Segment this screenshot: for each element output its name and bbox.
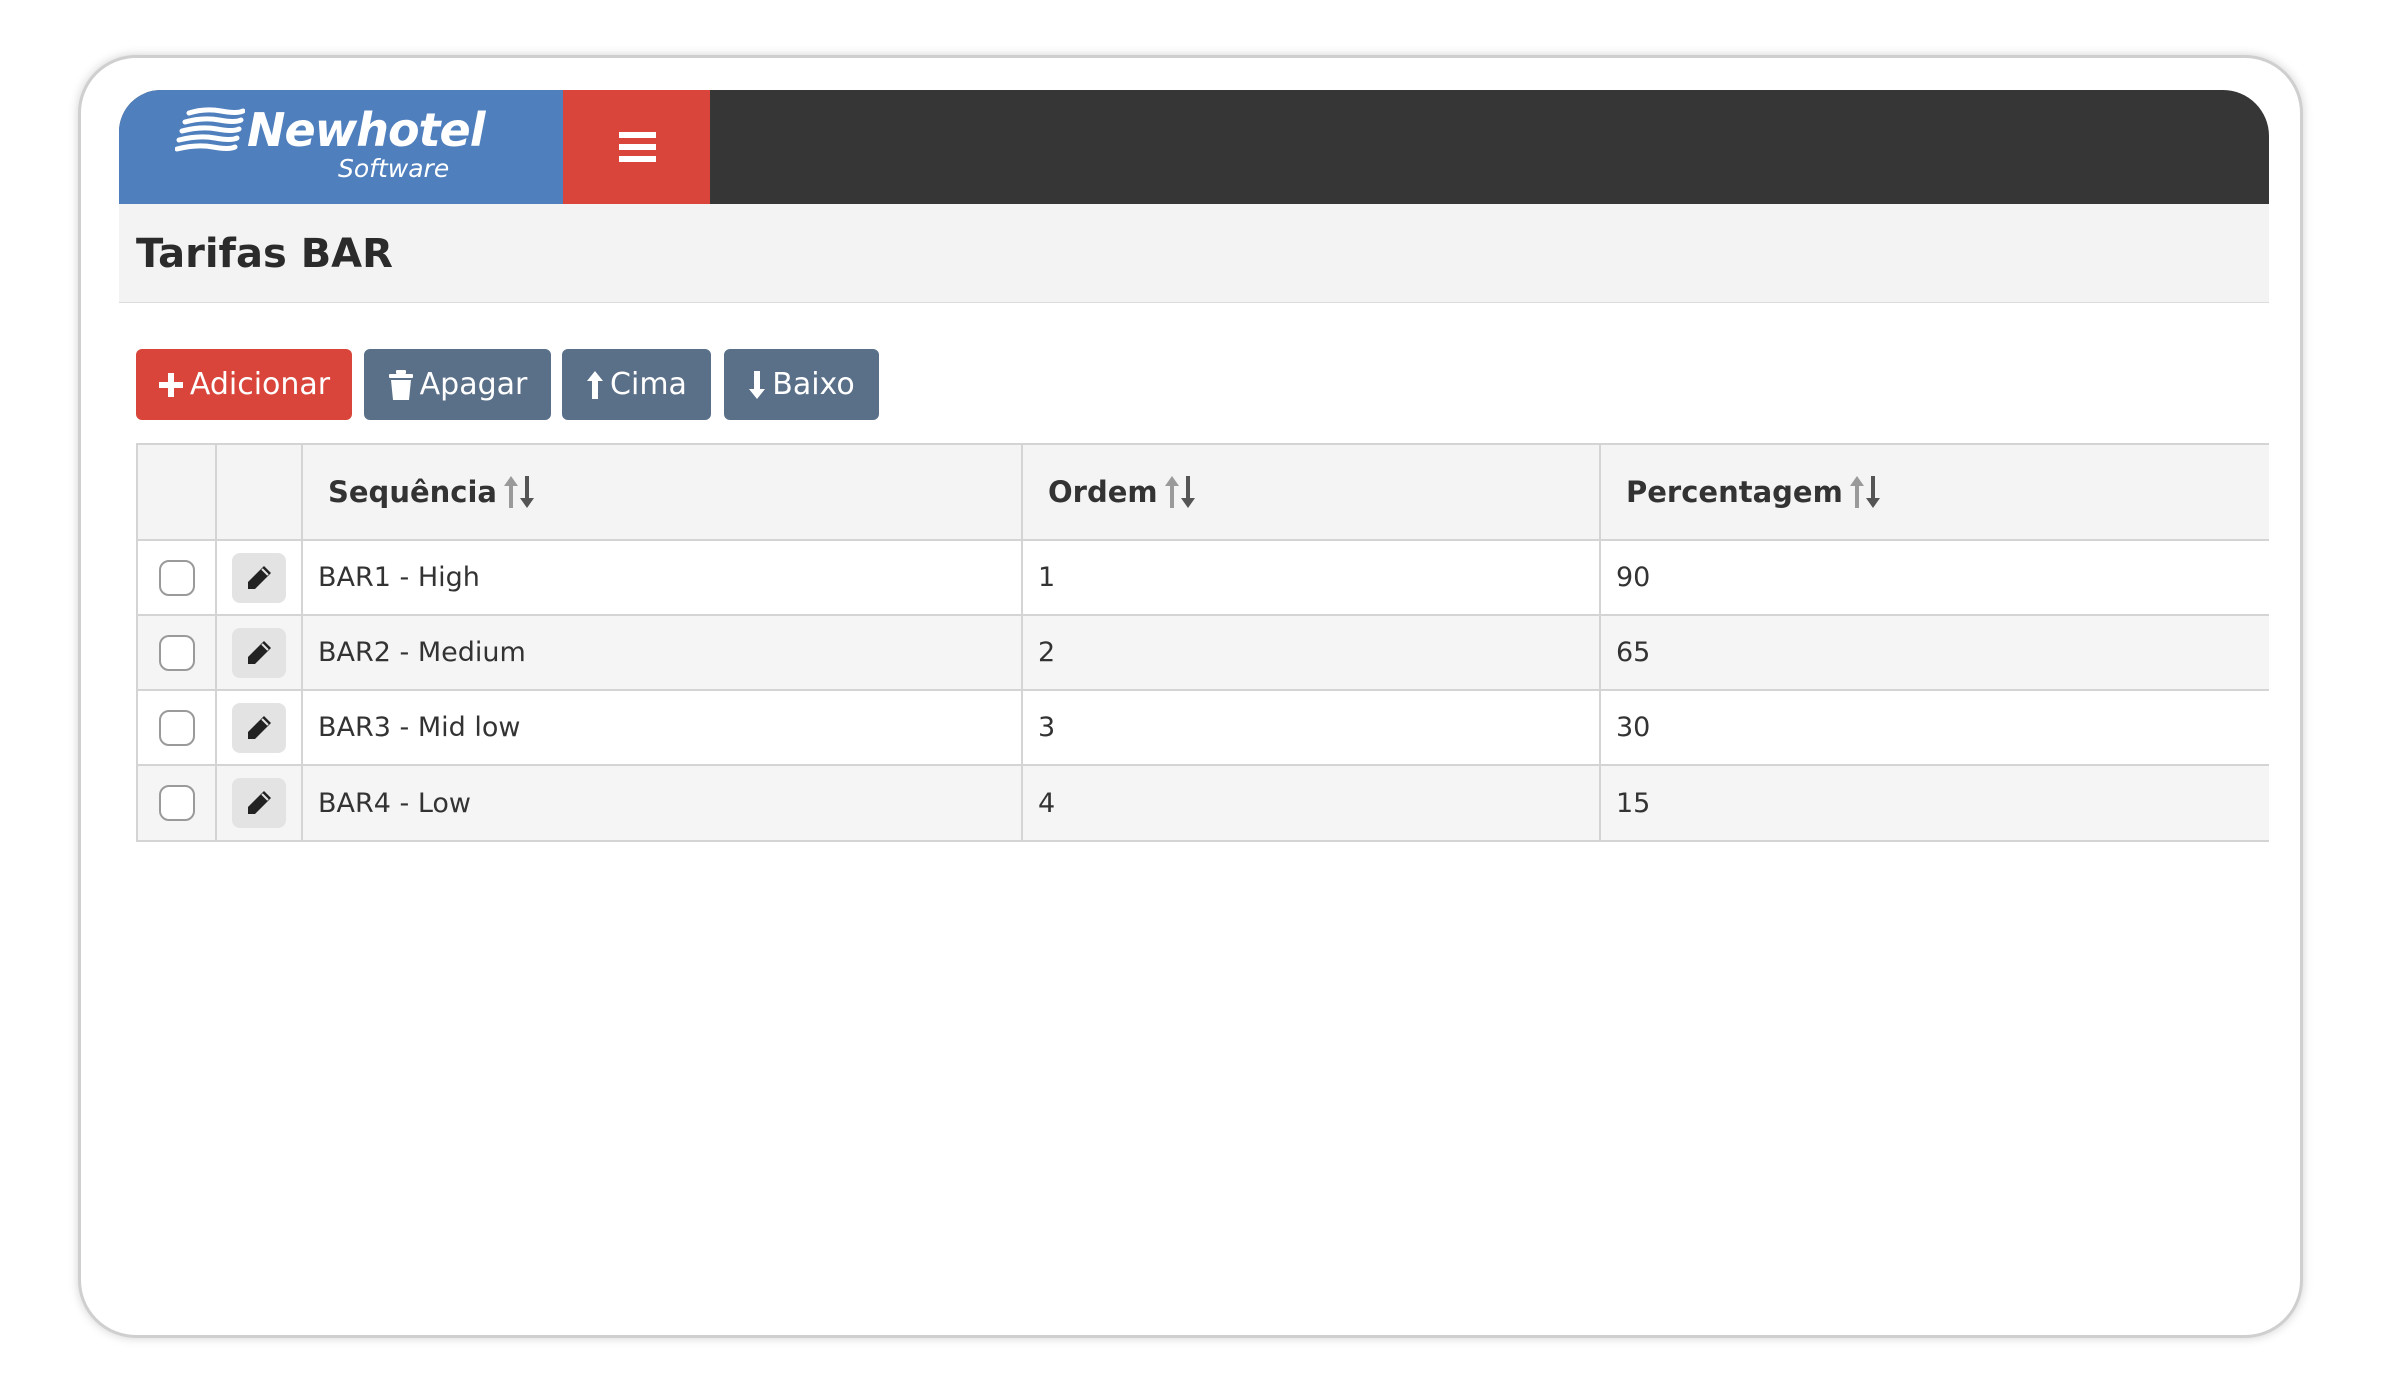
app-header: Newhotel Software xyxy=(119,90,2269,204)
page-title: Tarifas BAR xyxy=(136,231,393,277)
column-header-label: Ordem xyxy=(1048,475,1158,509)
column-header-percentagem[interactable]: Percentagem xyxy=(1600,445,2269,541)
rates-table: Sequência Ordem Percentagem BAR1 - High … xyxy=(136,443,2269,842)
cell-percentagem: 30 xyxy=(1616,712,1651,743)
sort-icon[interactable] xyxy=(1164,475,1196,509)
sort-icon[interactable] xyxy=(1849,475,1881,509)
column-header-label: Sequência xyxy=(328,475,497,509)
select-column-header xyxy=(138,445,217,541)
column-header-sequencia[interactable]: Sequência xyxy=(302,445,1023,541)
row-checkbox[interactable] xyxy=(158,785,195,821)
add-button-label: Adicionar xyxy=(189,367,331,402)
add-button[interactable]: Adicionar xyxy=(136,349,352,420)
move-up-button[interactable]: Cima xyxy=(562,349,711,420)
row-checkbox[interactable] xyxy=(158,559,195,596)
trash-icon xyxy=(388,369,413,400)
edit-button[interactable] xyxy=(232,778,286,828)
title-bar: Tarifas BAR xyxy=(119,204,2269,303)
column-header-ordem[interactable]: Ordem xyxy=(1022,445,1601,541)
sort-icon[interactable] xyxy=(503,475,535,509)
row-checkbox[interactable] xyxy=(158,709,195,746)
cell-percentagem: 65 xyxy=(1616,637,1651,668)
table-header-row: Sequência Ordem Percentagem xyxy=(138,445,2269,541)
table-row[interactable]: BAR1 - High 1 90 xyxy=(138,540,2269,615)
edit-button[interactable] xyxy=(232,552,286,603)
delete-button-label: Apagar xyxy=(419,367,528,402)
cell-sequencia: BAR1 - High xyxy=(302,540,1023,615)
arrow-down-icon xyxy=(749,370,766,399)
cell-ordem: 4 xyxy=(1022,765,1601,840)
brand-name: Newhotel xyxy=(247,103,485,157)
edit-column-header xyxy=(216,445,303,541)
brand-subtitle: Software xyxy=(338,154,450,183)
move-up-button-label: Cima xyxy=(610,367,687,402)
plus-icon xyxy=(158,372,183,397)
row-checkbox[interactable] xyxy=(158,634,195,671)
cell-ordem: 2 xyxy=(1022,615,1601,690)
edit-button[interactable] xyxy=(232,627,286,678)
table-row[interactable]: BAR3 - Mid low 3 30 xyxy=(138,690,2269,765)
cell-ordem: 1 xyxy=(1022,540,1601,615)
arrow-up-icon xyxy=(587,370,604,399)
pencil-icon xyxy=(248,791,271,814)
edit-button[interactable] xyxy=(232,702,286,753)
cell-sequencia: BAR3 - Mid low xyxy=(302,690,1023,765)
cell-percentagem: 90 xyxy=(1616,562,1651,593)
cell-sequencia: BAR2 - Medium xyxy=(302,615,1023,690)
move-down-button[interactable]: Baixo xyxy=(724,349,879,420)
delete-button[interactable]: Apagar xyxy=(364,349,551,420)
menu-toggle-button[interactable] xyxy=(563,90,710,204)
cell-sequencia: BAR4 - Low xyxy=(302,765,1023,840)
brand-logo[interactable]: Newhotel Software xyxy=(119,90,563,204)
cell-percentagem: 15 xyxy=(1616,787,1651,819)
cell-ordem: 3 xyxy=(1022,690,1601,765)
pencil-icon xyxy=(248,715,271,739)
waves-logo-icon xyxy=(175,107,245,152)
pencil-icon xyxy=(248,565,271,589)
table-row[interactable]: BAR4 - Low 4 15 xyxy=(138,765,2269,840)
move-down-button-label: Baixo xyxy=(772,367,855,402)
table-row[interactable]: BAR2 - Medium 2 65 xyxy=(138,615,2269,690)
column-header-label: Percentagem xyxy=(1626,475,1843,509)
pencil-icon xyxy=(248,640,271,664)
